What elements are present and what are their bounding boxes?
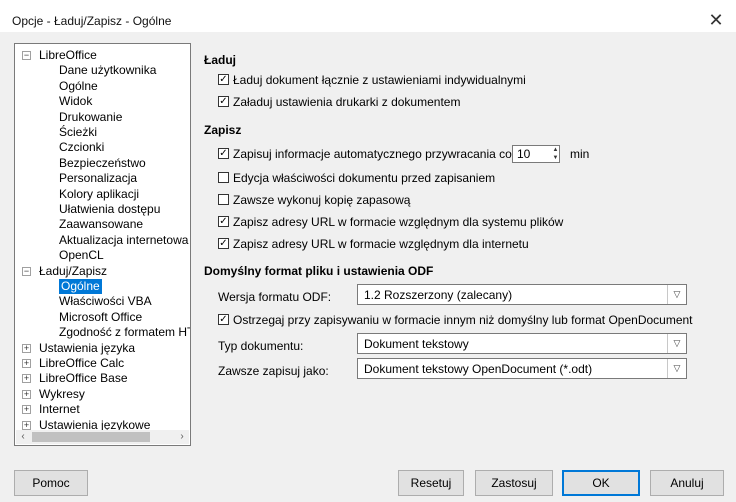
scroll-left-icon[interactable]: ‹ [16,430,30,444]
tree-item[interactable]: Widok [59,94,92,109]
backup-label[interactable]: Zawsze wykonuj kopię zapasową [233,193,410,207]
tree-item[interactable]: Aktualizacja internetowa [59,233,188,248]
edit-properties-label[interactable]: Edycja właściwości dokumentu przed zapis… [233,171,495,185]
chevron-down-icon[interactable]: ▽ [667,285,686,304]
window-title: Opcje - Ładuj/Zapisz - Ogólne [12,14,172,28]
load-settings-label[interactable]: Ładuj dokument łącznie z ustawieniami in… [233,73,526,87]
backup-checkbox[interactable] [218,194,229,205]
tree-item[interactable]: Internet [39,402,80,417]
tree-item[interactable]: Ogólne [59,79,98,94]
tree-item[interactable]: OpenCL [59,248,104,263]
tree-item-libreoffice[interactable]: LibreOffice [39,48,97,63]
always-save-as-label: Zawsze zapisuj jako: [218,364,329,378]
autorecovery-minutes-value[interactable]: 10 [517,147,530,161]
odf-version-label: Wersja formatu ODF: [218,290,332,304]
tree-item[interactable]: Zaawansowane [59,217,143,232]
document-type-label: Typ dokumentu: [218,339,304,353]
expand-icon[interactable]: + [22,359,31,368]
expand-icon[interactable]: + [22,421,31,430]
scrollbar-thumb[interactable] [32,432,150,442]
collapse-icon[interactable]: − [22,267,31,276]
always-save-as-value[interactable]: Dokument tekstowy OpenDocument (*.odt) [364,362,592,376]
help-button[interactable]: Pomoc [14,470,88,496]
odf-version-value[interactable]: 1.2 Rozszerzony (zalecany) [364,288,512,302]
warn-format-checkbox[interactable]: ✓ [218,314,229,325]
options-tree[interactable]: − LibreOffice Dane użytkownika Ogólne Widok D… [14,43,191,446]
format-heading: Domyślny format pliku i ustawienia ODF [204,264,434,278]
reset-button[interactable]: Resetuj [398,470,464,496]
spin-down-icon[interactable]: ▼ [551,154,560,162]
url-filesystem-checkbox[interactable]: ✓ [218,216,229,227]
tree-item[interactable]: Kolory aplikacji [59,187,139,202]
autorecovery-checkbox[interactable]: ✓ [218,148,229,159]
apply-button[interactable]: Zastosuj [475,470,553,496]
chevron-down-icon[interactable]: ▽ [667,359,686,378]
spin-up-icon[interactable]: ▲ [551,146,560,154]
expand-icon[interactable]: + [22,344,31,353]
load-printer-label[interactable]: Załaduj ustawienia drukarki z dokumentem [233,95,460,109]
odf-version-select[interactable]: 1.2 Rozszerzony (zalecany) ▽ [357,284,687,305]
tree-item[interactable]: Bezpieczeństwo [59,156,146,171]
tree-item-load-save[interactable]: Ładuj/Zapisz [39,264,107,279]
tree-item[interactable]: Czcionki [59,140,104,155]
document-type-select[interactable]: Dokument tekstowy ▽ [357,333,687,354]
tree-horizontal-scrollbar[interactable]: ‹ › [16,430,189,444]
tree-item[interactable]: Wykresy [39,387,85,402]
tree-item[interactable]: Ułatwienia dostępu [59,202,160,217]
load-heading: Ładuj [204,53,236,67]
close-icon[interactable]: ✕ [704,8,728,32]
tree-item[interactable]: LibreOffice Base [39,371,128,386]
tree-item[interactable]: Drukowanie [59,110,122,125]
tree-item[interactable]: LibreOffice Calc [39,356,124,371]
load-printer-checkbox[interactable]: ✓ [218,96,229,107]
tree-item[interactable]: Właściwości VBA [59,294,152,309]
tree-item[interactable]: Microsoft Office [59,310,142,325]
ok-button[interactable]: OK [562,470,640,496]
warn-format-label[interactable]: Ostrzegaj przy zapisywaniu w formacie in… [233,313,693,327]
expand-icon[interactable]: + [22,390,31,399]
collapse-icon[interactable]: − [22,51,31,60]
autorecovery-minutes-spinner[interactable]: 10 ▲ ▼ [512,145,560,163]
edit-properties-checkbox[interactable] [218,172,229,183]
url-internet-label[interactable]: Zapisz adresy URL w formacie względnym d… [233,237,529,251]
url-internet-checkbox[interactable]: ✓ [218,238,229,249]
tree-item[interactable]: Ścieżki [59,125,97,140]
expand-icon[interactable]: + [22,405,31,414]
url-filesystem-label[interactable]: Zapisz adresy URL w formacie względnym d… [233,215,563,229]
tree-item[interactable]: Personalizacja [59,171,137,186]
autorecovery-label[interactable]: Zapisuj informacje automatycznego przywr… [233,147,515,161]
tree-item[interactable]: Dane użytkownika [59,63,156,78]
always-save-as-select[interactable]: Dokument tekstowy OpenDocument (*.odt) ▽ [357,358,687,379]
chevron-down-icon[interactable]: ▽ [667,334,686,353]
load-settings-checkbox[interactable]: ✓ [218,74,229,85]
autorecovery-unit: min [570,147,590,161]
scroll-right-icon[interactable]: › [175,430,189,444]
save-heading: Zapisz [204,123,242,137]
expand-icon[interactable]: + [22,374,31,383]
cancel-button[interactable]: Anuluj [650,470,724,496]
tree-item[interactable]: Ogólne [59,279,102,294]
tree-item[interactable]: Zgodność z formatem HTI [59,325,190,340]
document-type-value[interactable]: Dokument tekstowy [364,337,469,351]
tree-item[interactable]: Ustawienia języka [39,341,135,356]
